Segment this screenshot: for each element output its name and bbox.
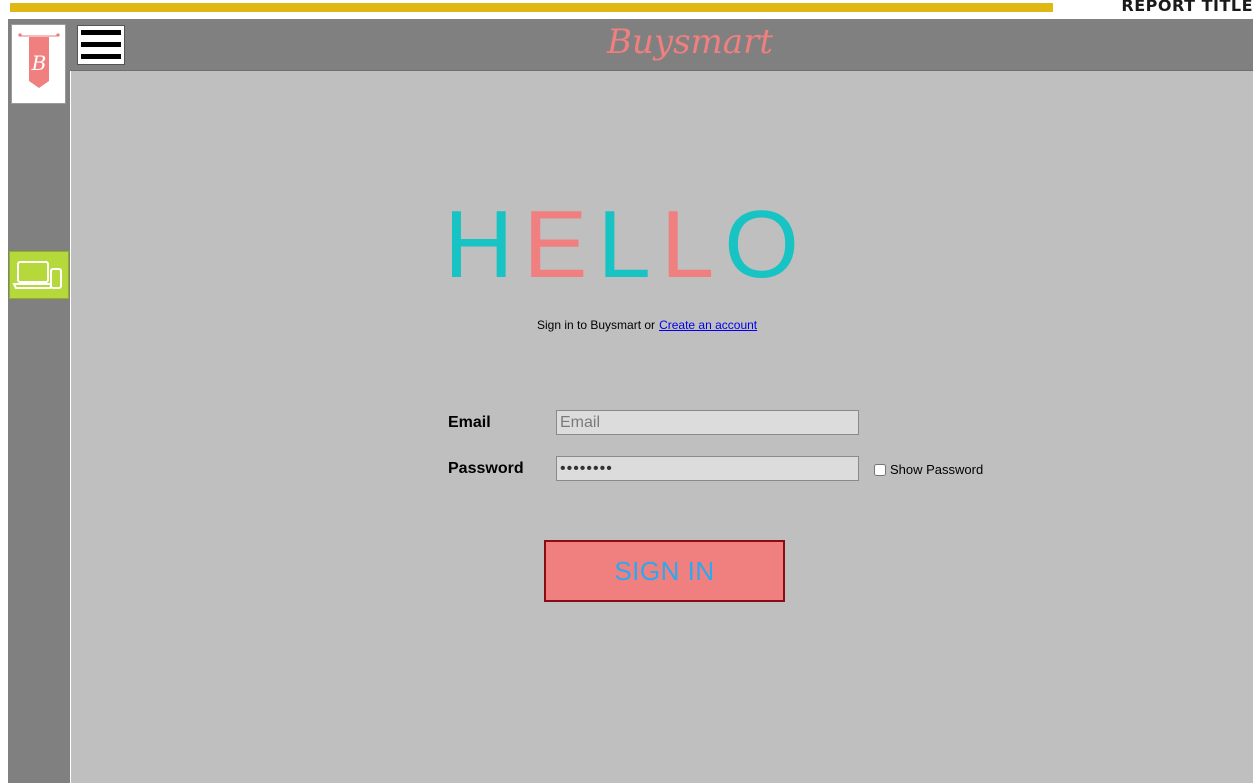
password-field[interactable]	[556, 456, 859, 481]
top-accent-stripe	[10, 3, 1053, 12]
password-label: Password	[448, 460, 524, 477]
email-label: Email	[448, 414, 491, 431]
hello-letter: O	[724, 191, 809, 298]
email-field[interactable]	[556, 410, 859, 435]
banner-logo-icon: B	[18, 33, 60, 88]
create-account-link[interactable]: Create an account	[659, 318, 757, 332]
buysmart-logo: B	[11, 24, 66, 104]
menu-bar-icon	[81, 54, 121, 59]
menu-bar-icon	[81, 42, 121, 47]
hamburger-menu-button[interactable]	[77, 25, 125, 65]
hello-letter: L	[597, 191, 661, 298]
logo-letter: B	[31, 51, 47, 75]
left-sidebar	[8, 19, 70, 783]
report-title: REPORT TITLE	[1121, 0, 1253, 15]
hello-letter: H	[444, 191, 524, 298]
hello-heading: HELLO	[0, 191, 1253, 298]
hello-letter: L	[660, 191, 725, 298]
brand-title: Buysmart	[607, 22, 773, 62]
intro-text: Sign in to Buysmart or	[537, 318, 656, 332]
hello-letter: E	[523, 191, 598, 298]
show-password-label: Show Password	[890, 462, 984, 477]
show-password-checkbox[interactable]	[874, 463, 886, 476]
sign-in-button[interactable]: SIGN IN	[544, 540, 785, 602]
signin-intro: Sign in to Buysmart or Create an account	[537, 318, 757, 332]
show-password-toggle[interactable]: Show Password	[874, 462, 983, 477]
menu-bar-icon	[81, 30, 121, 35]
